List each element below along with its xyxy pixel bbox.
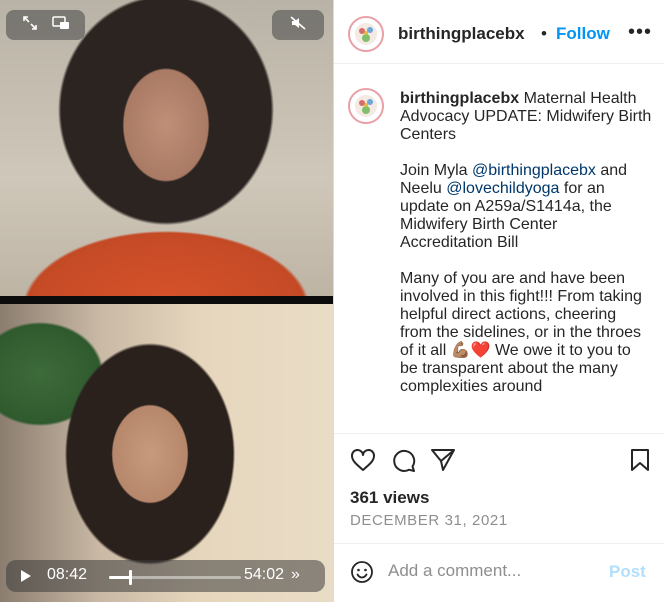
total-time: 54:02 [244,566,285,583]
share-icon[interactable] [430,448,456,477]
mute-button[interactable] [272,10,324,40]
comment-bar: Post [334,543,664,600]
video-player[interactable]: 08:42 54:02 » [0,0,333,602]
expand-icon[interactable] [22,15,38,36]
muted-speaker-icon [289,15,307,36]
comment-input[interactable] [388,556,588,586]
caption-text: Join Myla [400,162,473,179]
post-header: birthingplacebx • Follow ••• [334,3,664,64]
header-username[interactable]: birthingplacebx [398,24,525,44]
video-feed-top [0,0,333,296]
more-options-icon[interactable]: ••• [628,21,652,44]
caption-paragraph: Many of you are and have been involved i… [400,270,652,396]
caption-paragraph: birthingplacebx Maternal Health Advocacy… [400,90,652,144]
playback-bar: 08:42 54:02 » [6,560,325,592]
post-button[interactable]: Post [609,562,646,582]
caption-avatar[interactable] [348,88,384,124]
like-icon[interactable] [350,448,376,477]
seek-bar-fill [109,576,131,579]
mention-link[interactable]: @birthingplacebx [472,162,596,179]
current-time: 08:42 [47,566,88,583]
caption-scroll-area[interactable]: birthingplacebx Maternal Health Advocacy… [334,64,664,432]
caption-emoji: 💪🏽❤️ [450,342,491,359]
follow-button[interactable]: Follow [556,24,610,44]
post-date: DECEMBER 31, 2021 [350,512,508,529]
save-bookmark-icon[interactable] [630,448,650,477]
post-sidebar: birthingplacebx • Follow ••• birthingpla… [333,0,666,602]
video-divider [0,296,333,304]
view-controls [6,10,85,40]
play-icon[interactable] [20,569,32,588]
post-caption: birthingplacebx Maternal Health Advocacy… [400,90,652,414]
video-feed-bottom [0,304,333,602]
picture-in-picture-icon[interactable] [51,15,70,35]
caption-paragraph: Join Myla @birthingplacebx and Neelu @lo… [400,162,652,252]
avatar[interactable] [348,16,384,52]
mention-link[interactable]: @lovechildyoga [446,180,559,197]
header-separator: • [541,24,547,43]
seek-bar[interactable] [109,570,241,585]
fast-forward-icon[interactable]: » [291,566,300,584]
caption-username[interactable]: birthingplacebx [400,90,519,107]
seek-handle[interactable] [129,570,133,585]
comment-icon[interactable] [391,448,417,479]
action-bar [334,433,664,486]
emoji-icon[interactable] [350,560,374,589]
view-count[interactable]: 361 views [350,488,429,508]
